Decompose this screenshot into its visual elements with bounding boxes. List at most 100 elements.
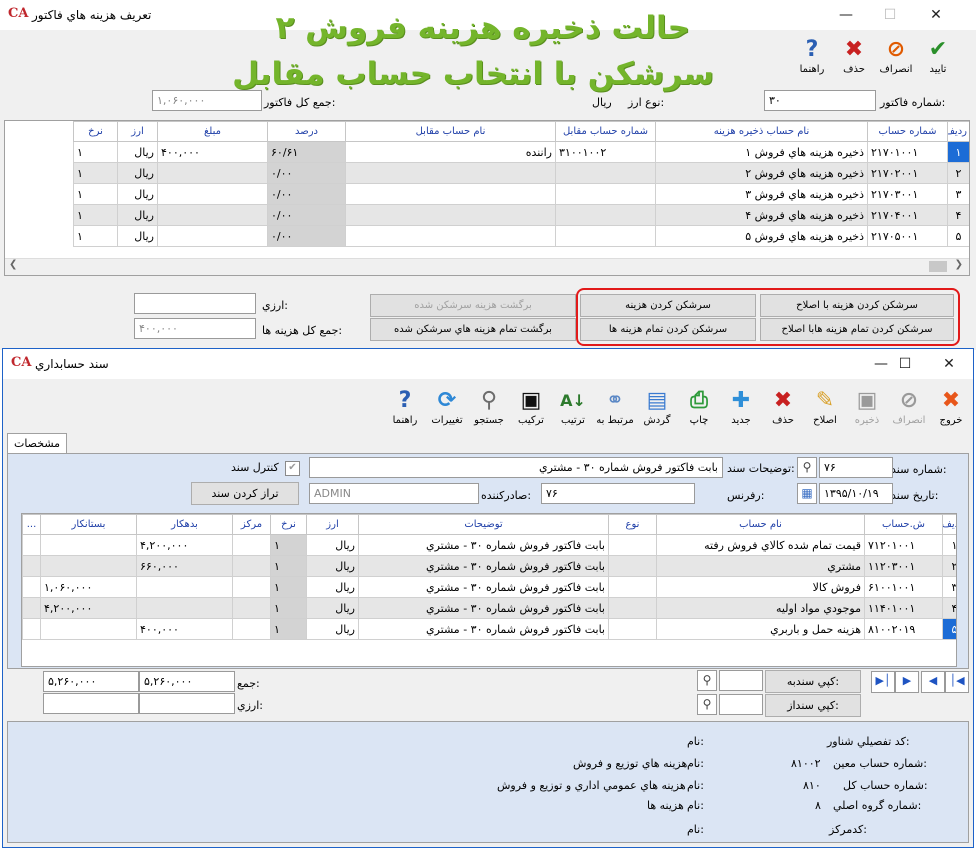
table-cell[interactable] bbox=[40, 618, 137, 640]
table-cell[interactable]: ۲۱۷۰۵۰۰۱ bbox=[867, 225, 948, 247]
invoice-no-field[interactable]: ۳۰ bbox=[764, 90, 876, 111]
table-cell[interactable]: موجودي مواد اوليه bbox=[656, 597, 865, 619]
table-cell[interactable]: ۲ bbox=[942, 555, 956, 577]
balance-voucher-button[interactable]: تراز كردن سند bbox=[191, 482, 299, 505]
table-cell[interactable] bbox=[555, 225, 656, 247]
search-button[interactable]: ⚲ جستجو bbox=[469, 387, 509, 427]
table-cell[interactable] bbox=[22, 534, 41, 556]
table-cell[interactable]: ۲۱۷۰۴۰۰۱ bbox=[867, 204, 948, 226]
table-cell[interactable]: ۶۶۰,۰۰۰ bbox=[136, 555, 233, 577]
copy-from-button[interactable]: كپي سنداز: bbox=[765, 694, 861, 717]
table-cell[interactable] bbox=[40, 534, 137, 556]
table-cell[interactable]: ۰/۰۰ bbox=[267, 162, 346, 184]
cancel-button[interactable]: ⊘ انصراف bbox=[876, 36, 916, 76]
table-cell[interactable]: ۱ bbox=[73, 183, 118, 205]
table-cell[interactable]: ذخيره هزينه هاي فروش ۵ bbox=[655, 225, 868, 247]
table-cell[interactable]: ريال bbox=[117, 204, 158, 226]
table-cell[interactable]: ۸۱۰۰۲۰۱۹ bbox=[864, 618, 943, 640]
table-cell[interactable] bbox=[608, 618, 657, 640]
table-cell[interactable]: ريال bbox=[117, 162, 158, 184]
table-cell[interactable]: ۲ bbox=[947, 162, 969, 184]
table-cell[interactable]: ۴ bbox=[947, 204, 969, 226]
table-cell[interactable]: ذخيره هزينه هاي فروش ۳ bbox=[655, 183, 868, 205]
table-cell[interactable]: ۰/۰۰ bbox=[267, 183, 346, 205]
table-cell[interactable]: ريال bbox=[306, 597, 359, 619]
copy-to-search-icon[interactable]: ⚲ bbox=[697, 670, 717, 691]
g1-col-header[interactable]: نرخ bbox=[73, 121, 118, 142]
table-cell[interactable] bbox=[22, 576, 41, 598]
scroll-thumb[interactable] bbox=[929, 261, 947, 272]
table-cell[interactable]: ۱ bbox=[73, 141, 118, 163]
table-cell[interactable]: مشتري bbox=[656, 555, 865, 577]
currency-debit-field[interactable] bbox=[139, 693, 235, 714]
invoice-total-field[interactable]: ۱,۰۶۰,۰۰۰ bbox=[152, 90, 262, 111]
table-cell[interactable]: ۲۱۷۰۲۰۰۱ bbox=[867, 162, 948, 184]
new-button[interactable]: ✚ جديد bbox=[721, 387, 761, 427]
sum-credit-field[interactable]: ۵,۲۶۰,۰۰۰ bbox=[43, 671, 139, 692]
deduct-cost-button[interactable]: سرشكن كردن هزينه bbox=[580, 294, 756, 317]
copy-to-field[interactable] bbox=[719, 670, 763, 691]
table-cell[interactable] bbox=[608, 555, 657, 577]
table-cell[interactable]: ذخيره هزينه هاي فروش ۴ bbox=[655, 204, 868, 226]
maximize-icon[interactable]: ☐ bbox=[868, 2, 912, 28]
table-cell[interactable]: بابت فاكتور فروش شماره ۳۰ - مشتري bbox=[358, 576, 609, 598]
revert-deducted-button[interactable]: برگشت هزينه سرشكن شده bbox=[370, 294, 576, 317]
exit-button[interactable]: ✖ خروج bbox=[931, 387, 971, 427]
w2-cancel-button[interactable]: ⊘ انصراف bbox=[889, 387, 929, 427]
currency-credit-field[interactable] bbox=[43, 693, 139, 714]
table-cell[interactable]: ۵ bbox=[942, 618, 956, 640]
scroll-right-icon[interactable]: ❯ bbox=[955, 259, 963, 270]
table-cell[interactable]: ۴,۲۰۰,۰۰۰ bbox=[40, 597, 137, 619]
table-cell[interactable]: بابت فاكتور فروش شماره ۳۰ - مشتري bbox=[358, 534, 609, 556]
g1-col-header[interactable]: نام حساب مقابل bbox=[345, 121, 556, 142]
table-cell[interactable] bbox=[157, 225, 268, 247]
delete-button[interactable]: ✖ حذف bbox=[834, 36, 874, 76]
table-cell[interactable] bbox=[608, 576, 657, 598]
g2-col-header[interactable]: ارز bbox=[306, 514, 359, 535]
doc-desc-field[interactable]: بابت فاكتور فروش شماره ۳۰ - مشتري bbox=[309, 457, 723, 478]
g1-col-header[interactable]: ارز bbox=[117, 121, 158, 142]
changes-button[interactable]: ⟳ تغييرات bbox=[427, 387, 467, 427]
table-cell[interactable] bbox=[555, 183, 656, 205]
doc-control-checkbox[interactable]: ✔ bbox=[285, 461, 300, 476]
table-cell[interactable]: ريال bbox=[306, 576, 359, 598]
table-cell[interactable] bbox=[608, 534, 657, 556]
g2-col-header[interactable]: نرخ bbox=[270, 514, 307, 535]
g1-col-header[interactable]: رديف bbox=[947, 121, 969, 142]
table-cell[interactable]: ۷۱۲۰۱۰۰۱ bbox=[864, 534, 943, 556]
table-cell[interactable]: ريال bbox=[306, 555, 359, 577]
table-cell[interactable] bbox=[555, 162, 656, 184]
table-row[interactable]: ۵ ۸۱۰۰۲۰۱۹ هزينه حمل و باربري بابت فاكتور ف… bbox=[22, 618, 956, 640]
table-cell[interactable]: ۱۱۴۰۱۰۰۱ bbox=[864, 597, 943, 619]
scroll-left-icon[interactable]: ❮ bbox=[9, 259, 17, 270]
table-cell[interactable] bbox=[22, 597, 41, 619]
table-cell[interactable]: ريال bbox=[306, 534, 359, 556]
table-cell[interactable] bbox=[40, 555, 137, 577]
table-cell[interactable] bbox=[232, 597, 271, 619]
table-cell[interactable]: ۱ bbox=[73, 162, 118, 184]
tab-details[interactable]: مشخصات bbox=[7, 433, 67, 454]
print-button[interactable]: ⎙ چاپ bbox=[679, 387, 719, 427]
table-cell[interactable]: قيمت تمام شده كالاي فروش رفته bbox=[656, 534, 865, 556]
merge-button[interactable]: ▣ تركيب bbox=[511, 387, 551, 427]
total-cost-field[interactable]: ۴۰۰,۰۰۰ bbox=[134, 318, 256, 339]
w2-help-button[interactable]: ? راهنما bbox=[385, 387, 425, 427]
first-record-icon[interactable]: │◀ bbox=[945, 671, 969, 693]
g2-col-header[interactable]: نام حساب bbox=[656, 514, 865, 535]
table-row[interactable]: ۱ ۷۱۲۰۱۰۰۱ قيمت تمام شده كالاي فروش رفته با… bbox=[22, 534, 956, 556]
table-cell[interactable] bbox=[232, 618, 271, 640]
copy-from-search-icon[interactable]: ⚲ bbox=[697, 694, 717, 715]
table-cell[interactable] bbox=[345, 225, 556, 247]
table-row[interactable]: ۱ ۲۱۷۰۱۰۰۱ ذخيره هزينه هاي فروش ۱ ۳۱۰۰۱۰۰۲ ر… bbox=[6, 141, 969, 163]
edit-button[interactable]: ✎ اصلاح bbox=[805, 387, 845, 427]
table-cell[interactable]: ۴ bbox=[942, 597, 956, 619]
table-cell[interactable]: بابت فاكتور فروش شماره ۳۰ - مشتري bbox=[358, 597, 609, 619]
g1-col-header[interactable]: شماره حساب bbox=[867, 121, 948, 142]
g2-col-header[interactable]: توضيحات bbox=[358, 514, 609, 535]
table-cell[interactable]: ۶۰/۶۱ bbox=[267, 141, 346, 163]
confirm-button[interactable]: ✔ تاييد bbox=[918, 36, 958, 76]
table-cell[interactable]: ۱ bbox=[270, 618, 307, 640]
table-cell[interactable]: ذخيره هزينه هاي فروش ۱ bbox=[655, 141, 868, 163]
table-cell[interactable]: ۰/۰۰ bbox=[267, 225, 346, 247]
related-button[interactable]: ⚭ مرتبط به bbox=[595, 387, 635, 427]
